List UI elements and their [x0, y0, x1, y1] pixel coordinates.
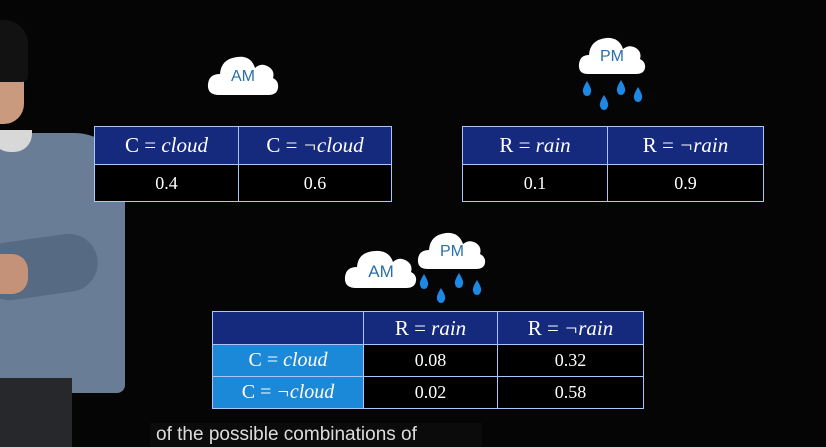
pm-cloud-icon: PM — [578, 34, 646, 76]
prob-not-cloud: 0.6 — [238, 164, 392, 202]
rain-drops-icon — [580, 78, 650, 114]
lecture-slide: AM PM C = cloud C = ¬cloud 0.4 0.6 R = r… — [0, 0, 826, 447]
equals: = — [513, 133, 536, 157]
var-r: R — [499, 133, 514, 157]
var-c: C — [248, 349, 262, 371]
value-not-cloud: ¬cloud — [276, 381, 335, 403]
equals: = — [408, 315, 432, 340]
corner-cell — [212, 311, 364, 345]
cloud-probability-table: C = cloud C = ¬cloud 0.4 0.6 — [94, 126, 392, 202]
am-cloud-icon: AM — [344, 246, 418, 290]
header-cloud: C = cloud — [94, 126, 239, 165]
presenter-pants — [0, 378, 72, 447]
pm-label: PM — [600, 48, 624, 65]
var-r: R — [642, 133, 657, 157]
pm-label: PM — [440, 243, 464, 260]
col-header-rain: R = rain — [363, 311, 498, 345]
value-not-rain: ¬rain — [564, 315, 614, 340]
value-not-rain: ¬rain — [679, 133, 729, 157]
subtitle-caption: of the possible combinations of — [150, 423, 482, 447]
equals: = — [139, 133, 162, 157]
equals: = — [656, 133, 680, 157]
prob-not-cloud-rain: 0.02 — [363, 376, 498, 409]
rain-drops-icon — [416, 271, 488, 307]
equals: = — [541, 315, 565, 340]
pm-cloud-icon: PM — [417, 229, 487, 271]
am-cloud-icon: AM — [207, 51, 279, 97]
value-cloud: cloud — [161, 133, 208, 157]
header-not-rain: R = ¬rain — [607, 126, 764, 165]
value-rain: rain — [535, 133, 571, 157]
am-label: AM — [231, 68, 255, 85]
equals: = — [261, 349, 284, 371]
prob-cloud-rain: 0.08 — [363, 344, 498, 377]
var-c: C — [124, 133, 139, 157]
prob-not-cloud-not-rain: 0.58 — [497, 376, 644, 409]
equals: = — [255, 381, 277, 403]
value-rain: rain — [431, 315, 467, 340]
value-not-cloud: ¬cloud — [302, 133, 364, 157]
var-c: C — [241, 381, 256, 403]
presenter-hands — [0, 254, 28, 294]
var-r: R — [527, 315, 542, 340]
rain-probability-table: R = rain R = ¬rain 0.1 0.9 — [462, 126, 764, 202]
equals: = — [280, 133, 303, 157]
header-rain: R = rain — [462, 126, 608, 165]
prob-not-rain: 0.9 — [607, 164, 764, 202]
prob-cloud: 0.4 — [94, 164, 239, 202]
var-r: R — [394, 315, 409, 340]
joint-probability-table: R = rain R = ¬rain C = cloud 0.08 0.32 C… — [212, 311, 644, 409]
value-cloud: cloud — [283, 349, 328, 371]
presenter-hair — [0, 20, 28, 82]
prob-cloud-not-rain: 0.32 — [497, 344, 644, 377]
prob-rain: 0.1 — [462, 164, 608, 202]
var-c: C — [266, 133, 281, 157]
row-header-cloud: C = cloud — [212, 344, 364, 377]
header-not-cloud: C = ¬cloud — [238, 126, 392, 165]
col-header-not-rain: R = ¬rain — [497, 311, 644, 345]
am-label: AM — [368, 262, 394, 281]
row-header-not-cloud: C = ¬cloud — [212, 376, 364, 409]
